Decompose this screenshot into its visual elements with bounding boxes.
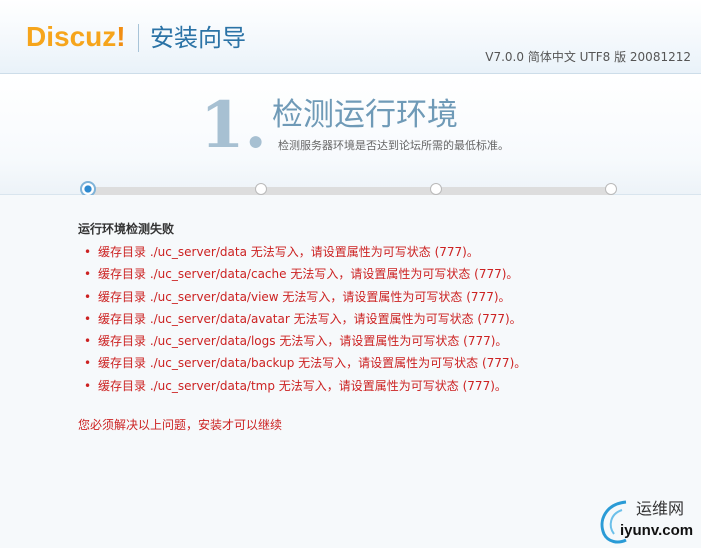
step-header: 1. 检测运行环境 检测服务器环境是否达到论坛所需的最低标准。	[0, 75, 701, 197]
main-content: 运行环境检测失败 • 缓存目录 ./uc_server/data 无法写入，请设置…	[0, 195, 701, 548]
error-item: • 缓存目录 ./uc_server/data/avatar 无法写入，请设置属性…	[84, 308, 526, 330]
error-text: 缓存目录 ./uc_server/data/cache 无法写入，请设置属性为可…	[98, 267, 519, 282]
error-item: • 缓存目录 ./uc_server/data/logs 无法写入，请设置属性为可…	[84, 330, 526, 352]
error-list: • 缓存目录 ./uc_server/data 无法写入，请设置属性为可写状态 (…	[84, 241, 526, 397]
error-text: 缓存目录 ./uc_server/data/view 无法写入，请设置属性为可写…	[98, 289, 511, 304]
continue-notice: 您必须解决以上问题，安装才可以继续	[78, 418, 283, 432]
error-text: 缓存目录 ./uc_server/data/tmp 无法写入，请设置属性为可写状…	[98, 378, 507, 393]
bullet: •	[84, 356, 92, 371]
check-fail-title: 运行环境检测失败	[78, 222, 175, 236]
watermark-en-text: iyunv.com	[620, 522, 694, 539]
bullet: •	[84, 267, 92, 282]
error-text: 缓存目录 ./uc_server/data 无法写入，请设置属性为可写状态 (7…	[98, 245, 479, 259]
step-title: 检测运行环境	[272, 97, 458, 133]
bullet: •	[84, 334, 92, 349]
installer-page: Discuz! 安装向导 V7.0.0 简体中文 UTF8 版 20081212…	[0, 0, 701, 548]
error-text: 缓存目录 ./uc_server/data/avatar 无法写入，请设置属性为…	[98, 311, 522, 326]
wizard-title: 安装向导	[150, 24, 246, 52]
error-item: • 缓存目录 ./uc_server/data/tmp 无法写入，请设置属性为可写…	[84, 375, 526, 397]
bullet: •	[84, 311, 92, 326]
bullet: •	[84, 378, 92, 393]
watermark-cn-text: 运维网	[636, 499, 685, 518]
site-watermark: 运维网 iyunv.com	[596, 498, 700, 544]
logo-text: Discuz	[26, 21, 117, 52]
logo-bang: !	[116, 21, 126, 52]
step-dot-2	[255, 183, 267, 195]
error-item: • 缓存目录 ./uc_server/data 无法写入，请设置属性为可写状态 (…	[84, 241, 526, 263]
header: Discuz! 安装向导 V7.0.0 简体中文 UTF8 版 20081212	[0, 0, 701, 74]
bullet: •	[84, 245, 92, 259]
error-item: • 缓存目录 ./uc_server/data/view 无法写入，请设置属性为可…	[84, 286, 526, 308]
step-dot-4	[605, 183, 617, 195]
step-dot-3	[430, 183, 442, 195]
step-number: 1.	[200, 88, 267, 163]
discuz-logo: Discuz!	[26, 22, 126, 52]
error-item: • 缓存目录 ./uc_server/data/cache 无法写入，请设置属性为…	[84, 263, 526, 285]
bullet: •	[84, 289, 92, 304]
step-progress-track	[88, 187, 612, 195]
header-divider	[138, 24, 139, 52]
error-text: 缓存目录 ./uc_server/data/backup 无法写入，请设置属性为…	[98, 356, 527, 371]
version-info: V7.0.0 简体中文 UTF8 版 20081212	[485, 50, 691, 64]
error-text: 缓存目录 ./uc_server/data/logs 无法写入，请设置属性为可写…	[98, 334, 508, 349]
error-item: • 缓存目录 ./uc_server/data/backup 无法写入，请设置属性…	[84, 352, 526, 374]
step-description: 检测服务器环境是否达到论坛所需的最低标准。	[278, 139, 509, 152]
